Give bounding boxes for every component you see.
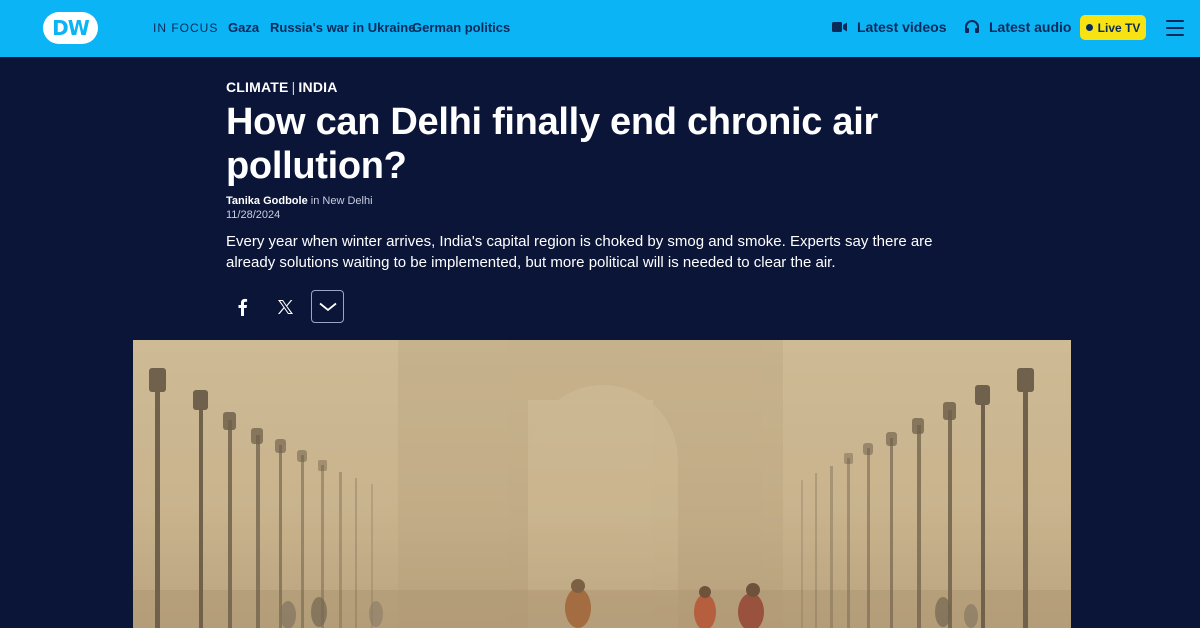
article-teaser: Every year when winter arrives, India's … [226,233,933,271]
headphones-icon [965,20,979,33]
nav-link-german-politics[interactable]: German politics [412,20,510,35]
kicker-india-link[interactable]: INDIA [298,79,337,95]
kicker-separator: | [291,79,296,95]
live-tv-label: Live TV [1097,20,1141,35]
hamburger-menu-icon[interactable] [1166,20,1184,36]
location: New Delhi [322,195,373,207]
facebook-icon [238,298,248,316]
x-share-button[interactable] [273,295,297,319]
author-name[interactable]: Tanika Godbole [226,195,308,207]
facebook-share-button[interactable] [230,295,254,319]
latest-audio-link[interactable]: Latest audio [964,19,1071,35]
live-dot-icon [1085,24,1093,31]
chevron-down-icon [318,302,337,311]
video-camera-icon [832,22,847,32]
article-kicker: CLIMATE | INDIA [226,79,338,95]
hero-image [133,340,1071,628]
top-navigation-bar: DW IN FOCUS Gaza Russia's war in Ukraine… [0,0,1200,57]
dw-logo[interactable]: DW [43,12,98,44]
latest-audio-label: Latest audio [989,19,1072,35]
location-prefix: in [310,195,320,207]
byline: Tanika Godbole in New Delhi [226,195,373,207]
publish-date: 11/28/2024 [226,209,281,221]
nav-link-ukraine-war[interactable]: Russia's war in Ukraine [270,20,415,35]
kicker-climate-link[interactable]: CLIMATE [226,79,289,95]
latest-videos-label: Latest videos [857,19,947,35]
nav-link-gaza[interactable]: Gaza [228,20,259,35]
more-share-options-button[interactable] [311,290,344,323]
article-title: How can Delhi finally end chronic air po… [226,101,878,187]
x-icon [277,300,293,314]
live-tv-button[interactable]: Live TV [1080,15,1146,40]
smog-boulevard-photo [133,340,1071,628]
latest-videos-link[interactable]: Latest videos [832,19,946,35]
in-focus-label: IN FOCUS [153,21,219,35]
